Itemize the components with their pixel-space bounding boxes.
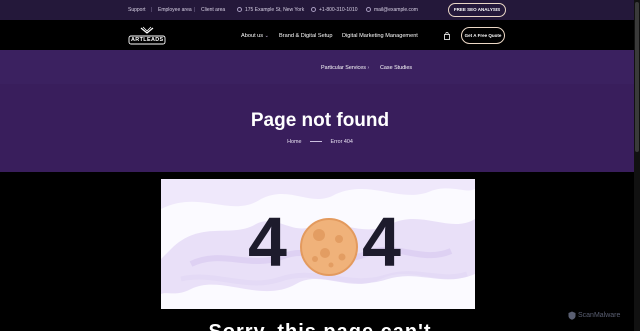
page-header: Page not found Home Error 404 [0,84,640,172]
client-area-link[interactable]: Client area [201,6,225,14]
nav-about-label: About us [241,33,264,39]
digit-4-right: 4 [362,203,401,281]
scrollbar-thumb[interactable] [635,2,639,152]
subnav-particular-services[interactable]: Particular Services › [321,64,369,72]
chevron-down-icon: ⌄ [264,33,269,39]
support-link[interactable]: Support [128,6,146,14]
logo[interactable]: ARTLEADS [128,26,166,45]
breadcrumb: Home Error 404 [0,138,640,146]
get-free-quote-button[interactable]: Get A Free Quote [461,27,505,44]
moon-icon [300,218,358,276]
separator: | [194,7,196,13]
cart-icon[interactable] [444,32,450,40]
sub-nav: Particular Services › Case Studies [0,50,640,84]
subnav-services-label: Particular Services [321,65,366,71]
chevron-right-icon: › [367,65,370,71]
employee-area-link[interactable]: Employee area [158,6,192,14]
breadcrumb-home[interactable]: Home [287,139,301,145]
email-link[interactable]: mail@example.com [374,6,418,14]
free-seo-analysis-button[interactable]: FREE SEO ANALYSIS [448,3,506,17]
digit-4-left: 4 [248,203,287,281]
top-bar: Support | Employee area | Client area 17… [0,0,640,20]
email-icon [366,7,371,12]
error-404-illustration: 4 4 [161,179,475,309]
shield-icon [568,311,576,320]
nav-about-us[interactable]: About us ⌄ [241,32,269,40]
phone-icon [311,7,316,12]
scrollbar[interactable] [634,0,640,331]
address-text: 175 Example St, New York [245,7,305,13]
nav-digital-marketing[interactable]: Digital Marketing Management [342,32,418,40]
error-message-heading: Sorry, this page can't [0,321,640,331]
page-title: Page not found [250,110,390,131]
location-icon [237,7,242,12]
watermark: ScanMalware [568,311,621,321]
separator: | [151,7,153,13]
nav-brand-digital-setup[interactable]: Brand & Digital Setup [279,32,332,40]
breadcrumb-current: Error 404 [330,139,353,145]
logo-text: ARTLEADS [131,37,164,43]
main-nav: ARTLEADS About us ⌄ Brand & Digital Setu… [0,20,640,50]
phone-link[interactable]: +1-800-310-1010 [319,6,358,14]
subnav-case-studies[interactable]: Case Studies [380,64,412,72]
watermark-text: ScanMalware [578,312,621,319]
breadcrumb-divider [309,141,322,143]
